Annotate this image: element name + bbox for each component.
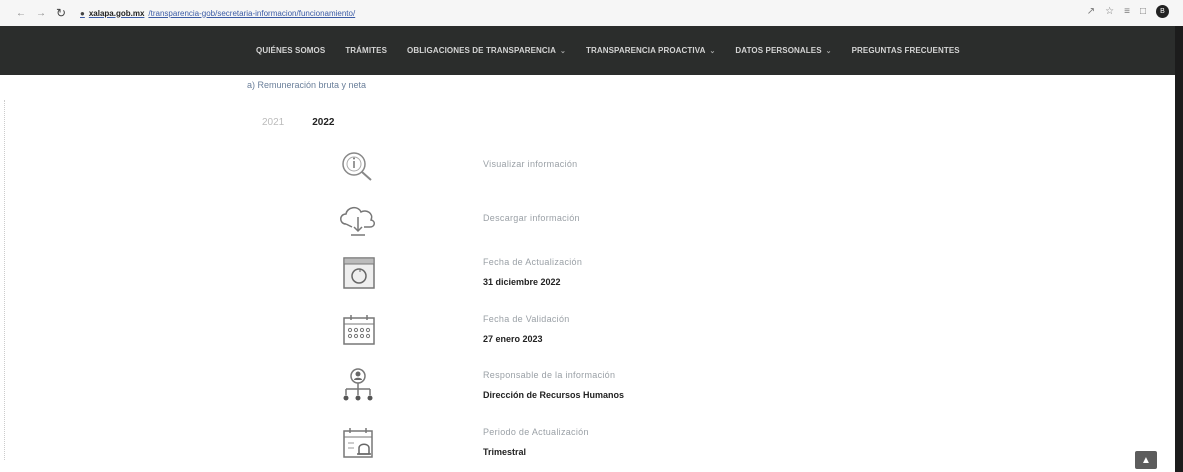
visualize-row[interactable]: Visualizar información [330, 147, 577, 187]
sidebar-icon[interactable]: □ [1140, 6, 1146, 17]
nav-transparencia-proactiva[interactable]: TRANSPARENCIA PROACTIVA ⌄ [586, 46, 715, 55]
browser-actions: ↗ ☆ ≡ □ B [1087, 5, 1169, 18]
validation-date-block: Fecha de Validación 27 enero 2023 [483, 314, 570, 344]
extensions-icon[interactable]: ≡ [1124, 6, 1130, 17]
org-chart-icon [330, 366, 386, 406]
validation-date-label: Fecha de Validación [483, 314, 570, 324]
validation-date-row: Fecha de Validación 27 enero 2023 [330, 310, 569, 350]
nav-tramites[interactable]: TRÁMITES [345, 46, 387, 55]
update-date-label: Fecha de Actualización [483, 257, 583, 267]
download-row[interactable]: Descargar información [330, 199, 580, 239]
arrow-left-icon[interactable]: ← [14, 8, 28, 19]
main-navbar: QUIÉNES SOMOS TRÁMITES OBLIGACIONES DE T… [0, 26, 1175, 75]
browser-toolbar: ← → ↻ ● xalapa.gob.mx/transparencia-gob/… [0, 0, 1183, 26]
chevron-down-icon: ⌄ [709, 47, 716, 55]
period-value: Trimestral [483, 447, 527, 457]
address-bar[interactable]: ● xalapa.gob.mx/transparencia-gob/secret… [80, 9, 355, 18]
responsible-row: Responsable de la información Dirección … [330, 366, 624, 406]
calendar-refresh-icon [330, 253, 386, 293]
tab-year-2021[interactable]: 2021 [262, 117, 284, 128]
calendar-bell-icon [330, 423, 386, 463]
nav-preguntas-frecuentes[interactable]: PREGUNTAS FRECUENTES [852, 46, 960, 55]
nav-datos-personales[interactable]: DATOS PERSONALES ⌄ [735, 46, 831, 55]
section-title: a) Remuneración bruta y neta [247, 80, 367, 90]
reload-icon[interactable]: ↻ [54, 6, 68, 20]
lock-icon: ● [80, 8, 85, 18]
share-icon[interactable]: ↗ [1087, 6, 1095, 17]
update-date-row: Fecha de Actualización 31 diciembre 2022 [330, 253, 582, 293]
period-row: Periodo de Actualización Trimestral [330, 423, 588, 463]
profile-avatar[interactable]: B [1156, 5, 1169, 18]
responsible-block: Responsable de la información Dirección … [483, 370, 624, 400]
url-path: /transparencia-gob/secretaria-informacio… [148, 8, 356, 18]
period-label: Periodo de Actualización [483, 427, 589, 437]
download-link[interactable]: Descargar información [483, 213, 580, 223]
url-host: xalapa.gob.mx [88, 8, 145, 18]
nav-obligaciones[interactable]: OBLIGACIONES DE TRANSPARENCIA ⌄ [407, 46, 566, 55]
validation-date-value: 27 enero 2023 [483, 334, 543, 344]
cloud-download-icon[interactable] [330, 199, 386, 239]
responsible-label: Responsable de la información [483, 370, 616, 380]
tab-year-2022[interactable]: 2022 [312, 117, 334, 128]
page-margin-guide [4, 100, 8, 460]
nav-quienes-somos[interactable]: QUIÉNES SOMOS [256, 46, 325, 55]
chevron-up-icon: ▲ [1141, 454, 1151, 466]
magnifier-info-icon[interactable] [330, 147, 386, 187]
scroll-top-button[interactable]: ▲ [1135, 451, 1157, 469]
update-date-value: 31 diciembre 2022 [483, 277, 561, 287]
period-block: Periodo de Actualización Trimestral [483, 427, 589, 457]
year-tabs: 2021 2022 [262, 117, 335, 128]
chevron-down-icon: ⌄ [825, 47, 832, 55]
visualize-link[interactable]: Visualizar información [483, 159, 577, 169]
chevron-down-icon: ⌄ [559, 47, 566, 55]
calendar-icon [330, 310, 386, 350]
page-edge [1175, 26, 1183, 472]
arrow-right-icon[interactable]: → [34, 8, 48, 19]
responsible-value: Dirección de Recursos Humanos [483, 390, 625, 400]
star-icon[interactable]: ☆ [1105, 6, 1114, 17]
update-date-block: Fecha de Actualización 31 diciembre 2022 [483, 257, 582, 287]
